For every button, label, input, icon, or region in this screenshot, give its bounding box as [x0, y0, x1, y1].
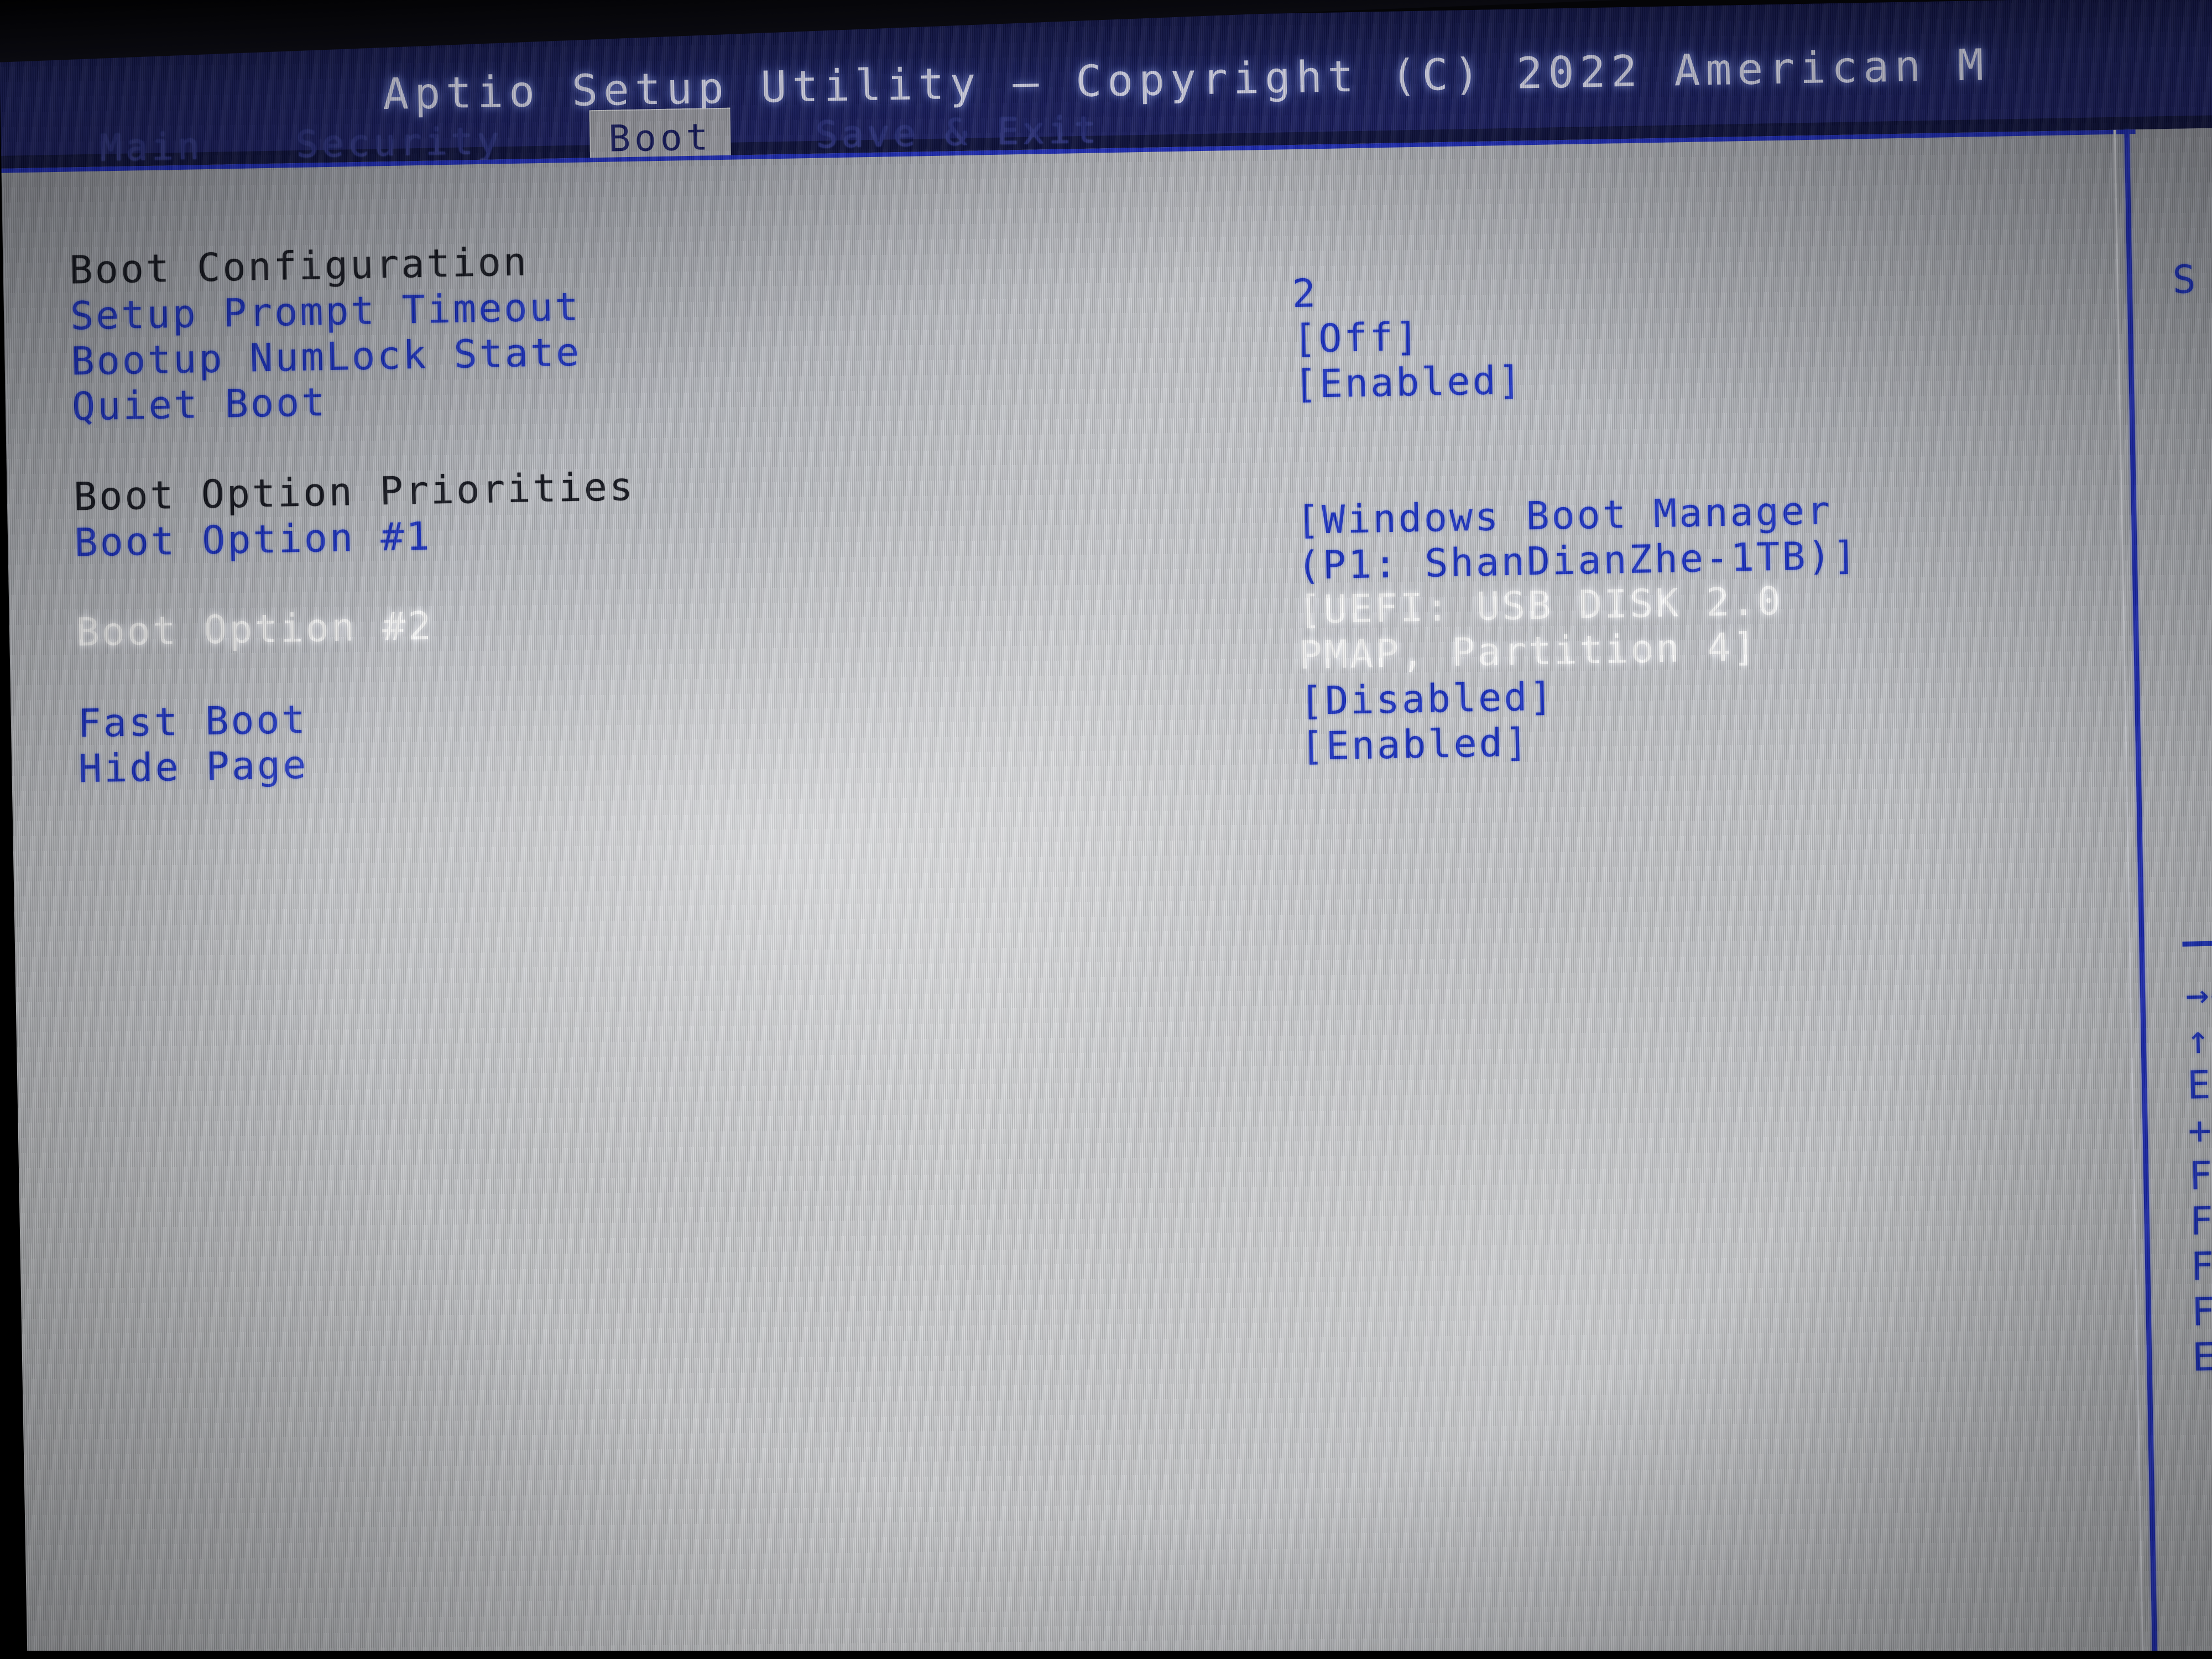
section-heading-boot-configuration: Boot Configuration: [69, 239, 529, 293]
key-legend-f2: F2: [2189, 1197, 2212, 1244]
key-legend-f4: F4: [2190, 1288, 2212, 1335]
row-value-bootup-numlock-state[interactable]: [Off]: [1292, 314, 1421, 362]
row-label-fast-boot[interactable]: Fast Boot: [77, 697, 308, 747]
key-legend-plus-minus: +/: [2187, 1107, 2212, 1154]
boot-settings-form: Boot Configuration Setup Prompt Timeout …: [0, 127, 2212, 1659]
bios-setup-screen: Aptio Setup Utility – Copyright (C) 2022…: [0, 0, 2212, 1659]
row-value-boot-option-2-line1[interactable]: [UEFI: USB DISK 2.0: [1297, 578, 1783, 633]
row-label-quiet-boot[interactable]: Quiet Boot: [71, 379, 327, 429]
row-value-boot-option-2-line2[interactable]: PMAP, Partition 4]: [1298, 624, 1759, 678]
key-legend-enter: En: [2187, 1062, 2212, 1108]
row-label-hide-page[interactable]: Hide Page: [78, 742, 309, 792]
help-description-text: S: [2172, 257, 2198, 302]
key-legend-f1: F1: [2188, 1152, 2212, 1199]
row-value-setup-prompt-timeout[interactable]: 2: [1292, 270, 1318, 316]
section-heading-boot-option-priorities: Boot Option Priorities: [73, 463, 635, 520]
key-legend-arrows-ud: ↑↓: [2185, 1016, 2212, 1063]
key-legend-esc: ES: [2192, 1333, 2212, 1380]
bios-screen-photo: Aptio Setup Utility – Copyright (C) 2022…: [0, 0, 2212, 1659]
help-separator: [2182, 937, 2212, 947]
row-value-quiet-boot[interactable]: [Enabled]: [1293, 357, 1524, 407]
row-value-fast-boot[interactable]: [Disabled]: [1299, 674, 1555, 724]
row-label-boot-option-2[interactable]: Boot Option #2: [76, 603, 434, 655]
content-area: Boot Configuration Setup Prompt Timeout …: [0, 127, 2212, 1659]
row-label-bootup-numlock-state[interactable]: Bootup NumLock State: [71, 330, 582, 384]
row-value-hide-page[interactable]: [Enabled]: [1300, 719, 1531, 769]
row-label-boot-option-1[interactable]: Boot Option #1: [74, 514, 432, 566]
key-legend-f3: F3: [2190, 1243, 2212, 1290]
key-legend-arrows-lr: →←: [2185, 971, 2212, 1018]
